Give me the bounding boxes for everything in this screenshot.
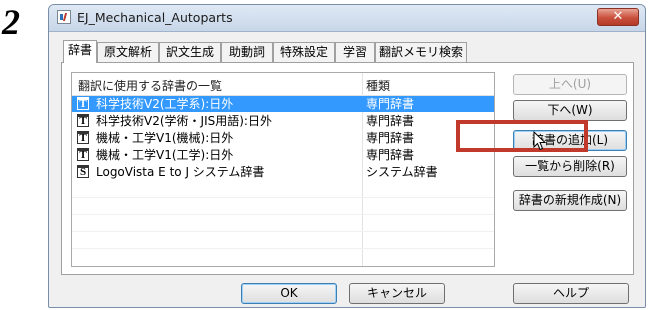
mouse-cursor-icon xyxy=(533,131,547,151)
close-icon: ✕ xyxy=(612,9,624,24)
ok-button[interactable]: OK xyxy=(241,283,337,304)
empty-row xyxy=(72,215,494,232)
dictionary-type: 専門辞書 xyxy=(366,114,415,128)
dictionary-icon: T xyxy=(77,97,89,110)
list-item[interactable]: S LogoVista E to J システム辞書 システム辞書 xyxy=(72,164,494,180)
app-icon xyxy=(57,10,71,24)
dictionary-name: 科学技術V2(工学系):日外 xyxy=(96,97,234,111)
highlight-box xyxy=(456,120,588,152)
dialog-window: EJ_Mechanical_Autoparts ✕ 辞書 原文解析 訳文生成 助… xyxy=(48,4,646,308)
dictionary-icon: T xyxy=(77,131,89,144)
dictionary-type: 専門辞書 xyxy=(366,148,415,162)
title-bar: EJ_Mechanical_Autoparts ✕ xyxy=(49,5,645,32)
window-title: EJ_Mechanical_Autoparts xyxy=(77,10,233,25)
tab-auxiliary-verbs[interactable]: 助動詞 xyxy=(221,42,273,62)
dictionary-type: システム辞書 xyxy=(366,165,438,179)
dictionary-type: 専門辞書 xyxy=(366,131,415,145)
dictionary-icon: S xyxy=(77,165,89,178)
column-header-type[interactable]: 種類 xyxy=(366,77,390,94)
remove-from-list-button[interactable]: 一覧から削除(R) xyxy=(513,156,627,177)
tab-source-analysis[interactable]: 原文解析 xyxy=(97,42,159,62)
empty-row xyxy=(72,181,494,198)
empty-row xyxy=(72,198,494,215)
list-item[interactable]: T 科学技術V2(工学系):日外 専門辞書 xyxy=(72,96,494,112)
tab-dictionary[interactable]: 辞書 xyxy=(63,40,97,63)
list-header: 翻訳に使用する辞書の一覧 種類 xyxy=(72,73,494,96)
column-header-dictionary-list[interactable]: 翻訳に使用する辞書の一覧 xyxy=(78,77,222,94)
list-item[interactable]: T 科学技術V2(学術・JIS用語):日外 専門辞書 xyxy=(72,113,494,129)
step-number: 2 xyxy=(2,2,20,42)
dictionary-icon: T xyxy=(77,114,89,127)
dictionary-type: 専門辞書 xyxy=(366,97,415,111)
create-new-dictionary-button[interactable]: 辞書の新規作成(N) xyxy=(513,190,627,211)
dictionary-name: LogoVista E to J システム辞書 xyxy=(96,165,265,179)
tab-learning[interactable]: 学習 xyxy=(335,42,375,62)
empty-row xyxy=(72,232,494,249)
tab-translation-memory-search[interactable]: 翻訳メモリ検索 xyxy=(375,42,467,62)
move-down-button[interactable]: 下へ(W) xyxy=(513,100,627,121)
dictionary-name: 科学技術V2(学術・JIS用語):日外 xyxy=(96,114,272,128)
close-button[interactable]: ✕ xyxy=(597,8,639,26)
move-up-button[interactable]: 上へ(U) xyxy=(513,74,627,95)
dictionary-list[interactable]: 翻訳に使用する辞書の一覧 種類 T 科学技術V2(工学系):日外 専門辞書 T … xyxy=(71,72,495,267)
dictionary-name: 機械・工学V1(機械):日外 xyxy=(96,131,234,145)
dictionary-icon: T xyxy=(77,148,89,161)
dictionary-panel: 翻訳に使用する辞書の一覧 種類 T 科学技術V2(工学系):日外 専門辞書 T … xyxy=(61,62,634,275)
tab-translation-generation[interactable]: 訳文生成 xyxy=(159,42,221,62)
list-item[interactable]: T 機械・工学V1(機械):日外 専門辞書 xyxy=(72,130,494,146)
help-button[interactable]: ヘルプ xyxy=(513,283,629,304)
cancel-button[interactable]: キャンセル xyxy=(349,283,445,304)
dictionary-name: 機械・工学V1(工学):日外 xyxy=(96,148,234,162)
list-item[interactable]: T 機械・工学V1(工学):日外 専門辞書 xyxy=(72,147,494,163)
tab-special-settings[interactable]: 特殊設定 xyxy=(273,42,335,62)
